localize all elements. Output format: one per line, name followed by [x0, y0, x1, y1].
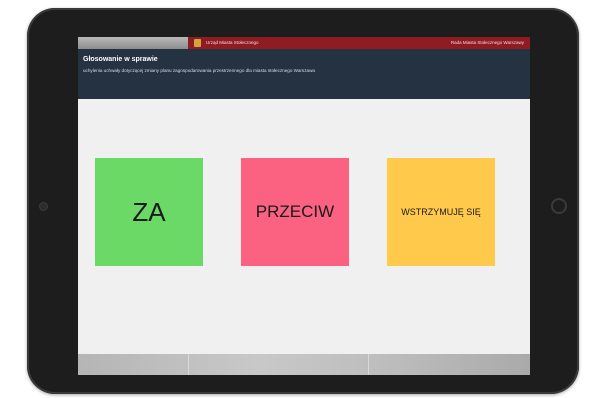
footer-divider	[188, 354, 189, 375]
top-bar-left-panel	[78, 37, 188, 49]
footer-bar	[78, 354, 530, 375]
crest-icon	[194, 39, 201, 47]
screen: Urząd Miasta Stołecznego Rada Miasta Sto…	[78, 37, 530, 375]
vote-for-button[interactable]: ZA	[95, 158, 203, 266]
site-name: Urząd Miasta Stołecznego	[206, 40, 259, 45]
vote-abstain-label: WSTRZYMUJĘ SIĘ	[401, 206, 481, 217]
council-link[interactable]: Rada Miasta Stołecznego Warszawy	[451, 39, 524, 47]
vote-against-button[interactable]: PRZECIW	[241, 158, 349, 266]
home-button[interactable]	[551, 198, 567, 214]
vote-for-label: ZA	[132, 196, 166, 227]
page-title: Głosowanie w sprawie	[83, 56, 158, 63]
footer-divider	[368, 354, 369, 375]
vote-header: Głosowanie w sprawie uchylenia uchwały d…	[78, 49, 530, 99]
top-bar: Urząd Miasta Stołecznego Rada Miasta Sto…	[78, 37, 530, 49]
vote-abstain-button[interactable]: WSTRZYMUJĘ SIĘ	[387, 158, 495, 266]
page-subtitle: uchylenia uchwały dotyczącej zmiany plan…	[83, 68, 315, 73]
front-camera	[40, 203, 47, 210]
vote-against-label: PRZECIW	[255, 202, 335, 221]
